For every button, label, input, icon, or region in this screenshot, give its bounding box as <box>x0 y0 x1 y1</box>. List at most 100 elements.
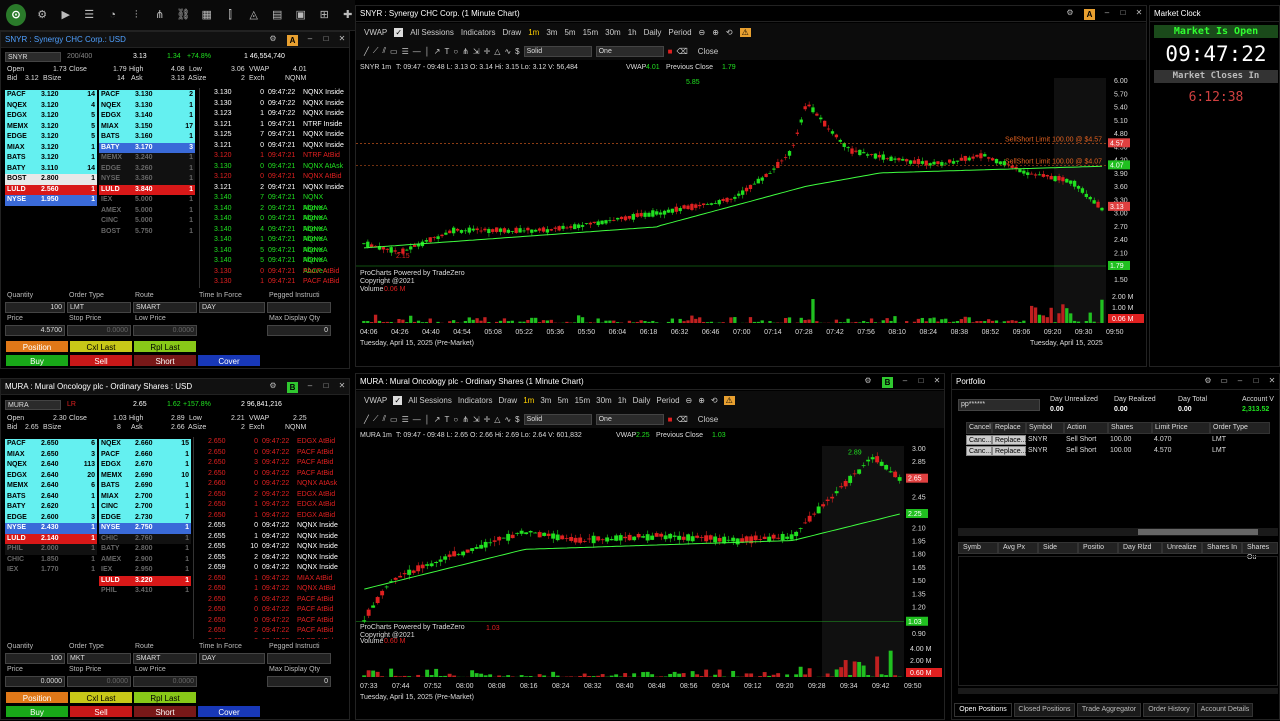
price-input[interactable]: 0.0000 <box>5 676 65 687</box>
maximize-icon[interactable]: □ <box>917 377 925 385</box>
minimize-icon[interactable]: – <box>306 382 314 390</box>
tf-3m[interactable]: 3m <box>546 28 557 37</box>
portfolio-tab[interactable]: Account Details <box>1197 703 1253 717</box>
scroll-thumb[interactable] <box>1138 529 1258 535</box>
maximize-icon[interactable]: □ <box>1119 9 1127 17</box>
zoom-in-icon[interactable]: ⊕ <box>712 28 719 37</box>
level2-row[interactable]: CHIC2.7601 <box>99 534 191 545</box>
tf-1m[interactable]: 1m <box>528 28 539 37</box>
sell-button[interactable]: Sell <box>69 705 133 718</box>
zoom-out-icon[interactable]: ⊖ <box>699 28 706 37</box>
close-icon[interactable]: ✕ <box>933 377 941 385</box>
portfolio-tab[interactable]: Order History <box>1143 703 1195 717</box>
position-column-header[interactable]: Symb <box>958 542 998 554</box>
short-button[interactable]: Short <box>133 354 197 367</box>
settings-icon[interactable]: ⚙ <box>269 382 277 390</box>
level2-row[interactable]: NQEX2.66015 <box>99 439 191 450</box>
trendline-icon[interactable]: ╱ <box>364 47 369 56</box>
tf-daily[interactable]: Daily <box>644 28 662 37</box>
price-input[interactable]: 4.5700 <box>5 325 65 336</box>
level2-row[interactable]: EDGX3.1401 <box>99 111 195 122</box>
checkbox-icon[interactable]: ✓ <box>394 28 403 37</box>
channel-icon[interactable]: ⫽ <box>382 46 386 56</box>
period-menu[interactable]: Period <box>656 396 679 405</box>
fib-icon[interactable]: ☰ <box>402 47 409 56</box>
window-icon[interactable]: ▣ <box>293 7 308 23</box>
level2-row[interactable]: IEX2.9501 <box>99 565 191 576</box>
minimize-icon[interactable]: – <box>1103 9 1111 17</box>
ray-icon[interactable]: ⟋ <box>373 46 379 56</box>
max-display-input[interactable]: 0 <box>267 325 331 336</box>
max-display-input[interactable]: 0 <box>267 676 331 687</box>
ray-icon[interactable]: ⟋ <box>373 414 379 424</box>
mura-chart-area[interactable]: MURA 1mT: 09:47 - 09:48 L: 2.65 O: 2.66 … <box>356 429 946 721</box>
rpl-last-button[interactable]: Rpl Last <box>133 340 197 353</box>
position-column-header[interactable]: Day Rlzd <box>1118 542 1162 554</box>
level2-row[interactable]: CINC2.7001 <box>99 502 191 513</box>
level2-row[interactable]: MIAX3.15017 <box>99 122 195 133</box>
line-style-select[interactable]: Solid <box>524 414 592 425</box>
level2-row[interactable]: IEX5.0001 <box>99 195 195 206</box>
maximize-icon[interactable]: □ <box>322 382 330 390</box>
level2-row[interactable]: BATY3.11014 <box>5 164 97 175</box>
order-column-header[interactable]: Shares <box>1108 422 1152 434</box>
alert-icon[interactable]: ◬ <box>246 7 261 23</box>
arrow-icon[interactable]: ↗ <box>434 415 441 424</box>
erase-icon[interactable]: ⌫ <box>676 415 687 424</box>
quantity-input[interactable]: 100 <box>5 653 65 664</box>
all-sessions-toggle[interactable]: All Sessions <box>410 28 454 37</box>
tf-1h[interactable]: 1h <box>618 396 627 405</box>
link-icon[interactable]: ⛓ <box>176 7 191 23</box>
layout-icon[interactable]: ⊞ <box>317 7 332 23</box>
level2-row[interactable]: LULD3.2201 <box>99 576 191 587</box>
level2-row[interactable]: PACF2.6601 <box>99 450 191 461</box>
price-icon[interactable]: $ <box>515 47 519 56</box>
wave-icon[interactable]: ∿ <box>504 47 511 56</box>
close-icon[interactable]: ✕ <box>338 382 346 390</box>
link-color-b-icon[interactable]: B <box>287 382 298 393</box>
level2-row[interactable]: BATS3.1201 <box>5 153 97 164</box>
list-icon[interactable]: ☰ <box>82 7 97 23</box>
maximize-icon[interactable]: □ <box>322 35 330 43</box>
level2-row[interactable]: PHIL2.0001 <box>5 544 97 555</box>
vwap-toggle[interactable]: VWAP <box>364 28 387 37</box>
close-icon[interactable]: ✕ <box>1135 9 1143 17</box>
level2-row[interactable]: PACF2.6506 <box>5 439 97 450</box>
positions-scrollbar[interactable] <box>958 688 1278 694</box>
news-icon[interactable]: ▤ <box>270 7 285 23</box>
portfolio-tab[interactable]: Closed Positions <box>1014 703 1075 717</box>
position-column-header[interactable]: Unrealize <box>1162 542 1202 554</box>
route-select[interactable]: SMART <box>133 302 197 313</box>
wave-icon[interactable]: ∿ <box>504 415 511 424</box>
scanner-icon[interactable]: ⋔ <box>152 7 167 23</box>
bars-icon[interactable]: ⫶ <box>129 7 144 23</box>
alert-icon[interactable]: ⚠ <box>724 396 735 405</box>
sell-button[interactable]: Sell <box>69 354 133 367</box>
level2-row[interactable]: NYSE2.4301 <box>5 523 97 534</box>
tradezero-logo-icon[interactable]: ⊙ <box>6 4 26 26</box>
cxl-last-button[interactable]: Cxl Last <box>69 691 133 704</box>
low-price-input[interactable]: 0.0000 <box>133 325 197 336</box>
rpl-last-button[interactable]: Rpl Last <box>133 691 197 704</box>
stop-price-input[interactable]: 0.0000 <box>67 325 131 336</box>
triangle-icon[interactable]: △ <box>494 415 500 424</box>
link-color-b-icon[interactable]: B <box>882 377 893 388</box>
hline-icon[interactable]: — <box>413 415 421 424</box>
snyr-chart-area[interactable]: SNYR 1mT: 09:47 - 09:48 L: 3.13 O: 3.14 … <box>356 61 1148 368</box>
level2-row[interactable]: BOST2.8001 <box>5 174 97 185</box>
pegged-select[interactable] <box>267 302 331 313</box>
level2-row[interactable]: BATS2.6401 <box>5 492 97 503</box>
order-column-header[interactable]: Action <box>1064 422 1108 434</box>
level2-row[interactable]: PACF3.12014 <box>5 90 97 101</box>
play-icon[interactable]: ▶ <box>58 7 73 23</box>
tf-1h[interactable]: 1h <box>628 28 637 37</box>
order-column-header[interactable]: Symbol <box>1026 422 1064 434</box>
cross-icon[interactable]: ✛ <box>484 47 491 56</box>
level2-row[interactable]: IEX1.7701 <box>5 565 97 576</box>
pitchfork-icon[interactable]: ⋔ <box>462 415 469 424</box>
text-icon[interactable]: T <box>444 47 449 56</box>
position-column-header[interactable]: Positio <box>1078 542 1118 554</box>
draw-menu[interactable]: Draw <box>499 396 518 405</box>
settings-icon[interactable]: ⚙ <box>35 7 50 23</box>
draw-menu[interactable]: Draw <box>503 28 522 37</box>
